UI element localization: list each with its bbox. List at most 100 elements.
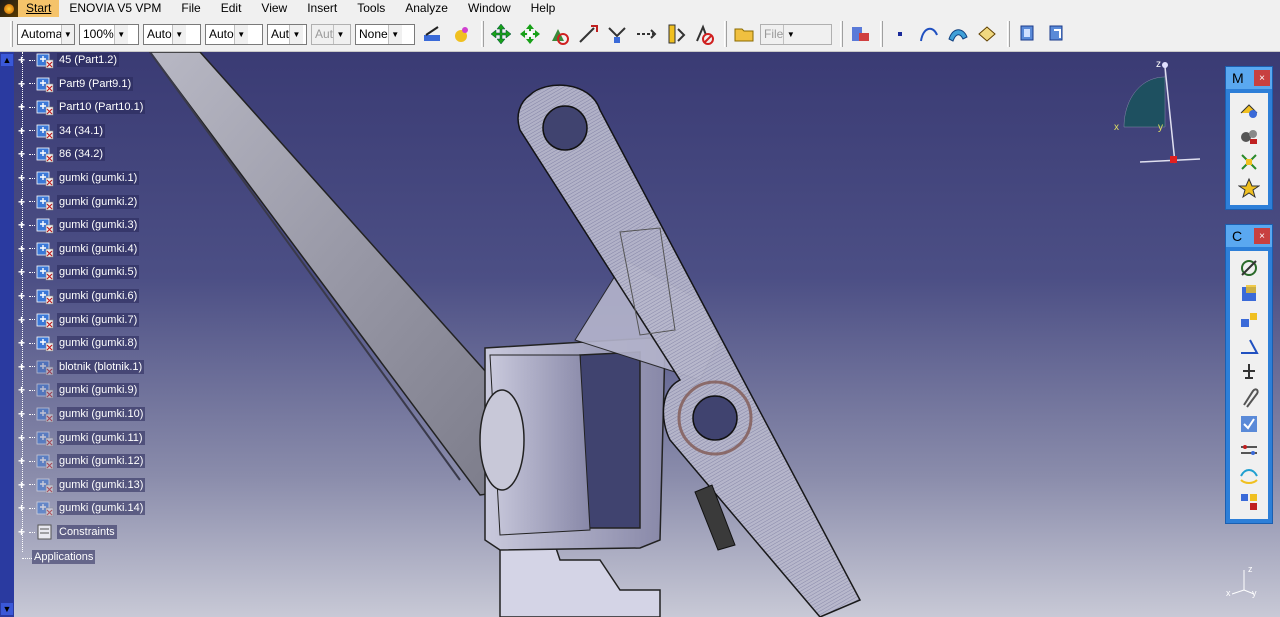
- tree-node[interactable]: + gumki (gumki.11): [16, 428, 145, 448]
- tree-node[interactable]: + gumki (gumki.2): [16, 192, 140, 212]
- expand-icon[interactable]: +: [16, 383, 27, 397]
- manipulate-icon[interactable]: [546, 21, 572, 47]
- expand-icon[interactable]: +: [16, 171, 27, 185]
- expand-icon[interactable]: +: [16, 100, 27, 114]
- expand-icon[interactable]: +: [16, 478, 27, 492]
- toolbar-grip[interactable]: [840, 21, 843, 47]
- tree-node-label[interactable]: gumki (gumki.13): [57, 477, 146, 492]
- linetype-combo[interactable]: Auto ▼: [143, 23, 201, 45]
- tree-node-label[interactable]: gumki (gumki.11): [57, 430, 145, 445]
- zoom-icon[interactable]: [1014, 21, 1040, 47]
- expand-icon[interactable]: +: [16, 242, 27, 256]
- clash-icon[interactable]: [691, 21, 717, 47]
- catia-logo-icon[interactable]: [0, 0, 18, 17]
- tree-node[interactable]: + Constraints: [16, 522, 117, 542]
- toolbar-grip[interactable]: [481, 21, 484, 47]
- tree-node-label[interactable]: gumki (gumki.6): [57, 289, 140, 303]
- point-combo[interactable]: Aut ▼: [267, 23, 307, 45]
- compass-icon[interactable]: z x y: [1110, 55, 1210, 170]
- tree-node[interactable]: + gumki (gumki.3): [16, 215, 140, 235]
- tree-node-label[interactable]: gumki (gumki.9): [57, 383, 140, 398]
- fix-icon[interactable]: [1230, 359, 1268, 385]
- menu-tools[interactable]: Tools: [347, 0, 395, 17]
- expand-icon[interactable]: +: [16, 289, 27, 303]
- expand-icon[interactable]: +: [16, 525, 27, 539]
- tree-node[interactable]: + gumki (gumki.12): [16, 451, 146, 471]
- tree-node[interactable]: + gumki (gumki.1): [16, 168, 140, 188]
- expand-icon[interactable]: +: [16, 313, 27, 327]
- transparency-combo[interactable]: 100% ▼: [79, 23, 139, 45]
- open-folder-icon[interactable]: [731, 21, 757, 47]
- tree-node[interactable]: + Part10 (Part10.1): [16, 97, 146, 117]
- tree-node[interactable]: + gumki (gumki.7): [16, 310, 140, 330]
- fix-together-icon[interactable]: [1230, 385, 1268, 411]
- tree-scrollbar[interactable]: ▲ ▼: [0, 52, 14, 617]
- tree-node-label[interactable]: gumki (gumki.2): [57, 194, 140, 209]
- menu-help[interactable]: Help: [521, 0, 566, 17]
- tree-node[interactable]: + gumki (gumki.13): [16, 475, 146, 495]
- tree-node-applications[interactable]: Applications: [32, 550, 96, 564]
- expand-icon[interactable]: +: [16, 218, 27, 232]
- expand-icon[interactable]: +: [16, 431, 27, 445]
- tree-node[interactable]: + blotnik (blotnik.1): [16, 357, 145, 377]
- menu-window[interactable]: Window: [458, 0, 521, 17]
- tree-node[interactable]: +86 (34.2): [16, 144, 106, 164]
- explode-icon[interactable]: [1230, 149, 1268, 175]
- tree-node-label[interactable]: gumki (gumki.10): [57, 407, 146, 421]
- expand-icon[interactable]: +: [16, 407, 27, 421]
- scroll-up-icon[interactable]: ▲: [1, 54, 13, 66]
- catalog-icon[interactable]: [847, 21, 873, 47]
- tree-node-label[interactable]: gumki (gumki.7): [57, 312, 140, 327]
- expand-icon[interactable]: +: [16, 336, 27, 350]
- toolbar-grip[interactable]: [880, 21, 883, 47]
- close-icon[interactable]: ×: [1254, 70, 1270, 86]
- tree-node-label[interactable]: Constraints: [57, 525, 117, 539]
- material-icon[interactable]: [448, 21, 474, 47]
- tree-node[interactable]: + gumki (gumki.8): [16, 333, 140, 353]
- tree-node[interactable]: + gumki (gumki.6): [16, 286, 140, 306]
- offset-icon[interactable]: [1230, 307, 1268, 333]
- menu-insert[interactable]: Insert: [297, 0, 347, 17]
- painter-icon[interactable]: [419, 21, 445, 47]
- expand-icon[interactable]: +: [16, 360, 27, 374]
- menu-file[interactable]: File: [171, 0, 210, 17]
- toolbar-grip[interactable]: [10, 21, 13, 47]
- tree-node-label[interactable]: gumki (gumki.8): [57, 336, 140, 351]
- constraints-panel-header[interactable]: C ×: [1226, 225, 1272, 247]
- contact-icon[interactable]: [1230, 281, 1268, 307]
- tree-node[interactable]: + gumki (gumki.14): [16, 498, 146, 518]
- menu-start[interactable]: Start: [18, 0, 60, 17]
- tree-node[interactable]: + gumki (gumki.4): [16, 239, 140, 259]
- tree-node[interactable]: + gumki (gumki.9): [16, 380, 140, 400]
- menu-edit[interactable]: Edit: [211, 0, 252, 17]
- snap-move-icon[interactable]: [517, 21, 543, 47]
- toolbar-grip[interactable]: [1007, 21, 1010, 47]
- change-constraint-icon[interactable]: [1230, 463, 1268, 489]
- scene-icon[interactable]: [1230, 123, 1268, 149]
- expand-icon[interactable]: +: [16, 124, 27, 138]
- explode-icon[interactable]: [604, 21, 630, 47]
- tree-node-label[interactable]: 34 (34.1): [57, 123, 106, 138]
- toolbar-grip[interactable]: [724, 21, 727, 47]
- expand-icon[interactable]: +: [16, 454, 27, 468]
- tree-node-label[interactable]: gumki (gumki.1): [57, 171, 140, 185]
- menu-view[interactable]: View: [251, 0, 297, 17]
- tree-node-label[interactable]: Part9 (Part9.1): [57, 76, 134, 91]
- menu-analyze[interactable]: Analyze: [395, 0, 458, 17]
- measure-icon[interactable]: [662, 21, 688, 47]
- tree-node-label[interactable]: blotnik (blotnik.1): [57, 359, 145, 374]
- tree-node[interactable]: +34 (34.1): [16, 121, 106, 141]
- expand-icon[interactable]: +: [16, 501, 27, 515]
- menu-enovia[interactable]: ENOVIA V5 VPM: [59, 0, 171, 17]
- volume-icon[interactable]: [974, 21, 1000, 47]
- scroll-down-icon[interactable]: ▼: [1, 603, 13, 615]
- tree-node[interactable]: + gumki (gumki.5): [16, 262, 140, 282]
- expand-icon[interactable]: +: [16, 77, 27, 91]
- render-combo[interactable]: None ▼: [355, 23, 415, 45]
- tree-node-label[interactable]: gumki (gumki.14): [57, 501, 146, 516]
- expand-icon[interactable]: +: [16, 53, 27, 67]
- flexible-icon[interactable]: [1230, 437, 1268, 463]
- tree-node-label[interactable]: gumki (gumki.12): [57, 454, 146, 469]
- stop-manipulate-icon[interactable]: [633, 21, 659, 47]
- move-icon[interactable]: [488, 21, 514, 47]
